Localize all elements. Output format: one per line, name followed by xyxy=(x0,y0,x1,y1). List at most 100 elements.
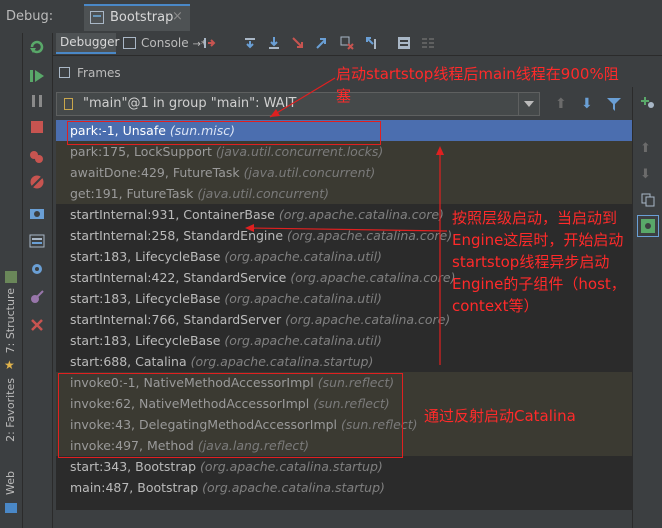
mute-breakpoints-icon[interactable] xyxy=(29,174,45,190)
structure-tab[interactable]: 7: Structure xyxy=(4,288,17,353)
annotation-engine-line: 按照层级启动，当启动到 xyxy=(452,209,618,227)
settings-gear-icon[interactable] xyxy=(29,261,45,277)
run-config-label: Bootstrap xyxy=(110,10,174,25)
frame-method: start:343, Bootstrap xyxy=(70,459,197,474)
frame-label: startInternal:931, ContainerBase (org.ap… xyxy=(70,204,444,225)
trace-icon[interactable] xyxy=(421,36,435,50)
frame-method: awaitDone:429, FutureTask xyxy=(70,165,240,180)
reflect-frames-highlight xyxy=(58,373,403,458)
frame-package: (java.util.concurrent) xyxy=(243,165,376,180)
frame-method: park:175, LockSupport xyxy=(70,144,212,159)
close-tab-icon[interactable]: × xyxy=(172,9,183,24)
frame-package: (org.apache.catalina.core) xyxy=(278,207,444,222)
frame-row[interactable]: main:487, Bootstrap (org.apache.catalina… xyxy=(56,477,632,498)
frame-method: startInternal:931, ContainerBase xyxy=(70,207,275,222)
pause-icon[interactable] xyxy=(29,93,45,109)
tab-debugger[interactable]: Debugger xyxy=(56,33,120,54)
right-tool-column: ⬆ ⬇ xyxy=(632,87,662,528)
annotation-engine-line: startstop线程异步启动 xyxy=(452,253,610,271)
frame-package: (org.apache.catalina.startup) xyxy=(202,480,385,495)
structure-icon xyxy=(5,271,17,283)
console-icon xyxy=(123,37,136,49)
web-icon xyxy=(5,503,17,513)
frame-row[interactable]: start:343, Bootstrap (org.apache.catalin… xyxy=(56,456,632,477)
annotation-reflect: 通过反射启动Catalina xyxy=(424,407,576,425)
frame-row[interactable]: awaitDone:429, FutureTask (java.util.con… xyxy=(56,162,632,183)
frame-package: (java.util.concurrent.locks) xyxy=(215,144,384,159)
frame-row[interactable]: get:191, FutureTask (java.util.concurren… xyxy=(56,183,632,204)
drop-frame-icon[interactable] xyxy=(340,36,354,50)
step-into-icon[interactable] xyxy=(267,36,281,50)
evaluate-expression-icon[interactable] xyxy=(397,36,411,50)
left-tool-strip: 7: Structure ★ 2: Favorites Web xyxy=(0,33,23,528)
frame-method: start:183, LifecycleBase xyxy=(70,291,221,306)
pin-icon[interactable] xyxy=(29,289,45,305)
move-up-icon[interactable]: ⬆ xyxy=(640,141,651,156)
frame-method: start:688, Catalina xyxy=(70,354,187,369)
frame-row[interactable]: start:688, Catalina (org.apache.catalina… xyxy=(56,351,632,372)
tab-debugger-label: Debugger xyxy=(60,35,120,49)
annotation-main-blocked: 启动startstop线程后main线程在900%阻 塞 xyxy=(336,63,619,107)
force-step-into-icon[interactable] xyxy=(291,36,305,50)
stop-icon[interactable] xyxy=(29,119,45,135)
frame-package: (org.apache.catalina.startup) xyxy=(200,459,383,474)
frame-method: start:183, LifecycleBase xyxy=(70,333,221,348)
frame-label: startInternal:766, StandardServer (org.a… xyxy=(70,309,450,330)
frame-label: get:191, FutureTask (java.util.concurren… xyxy=(70,183,329,204)
frame-package: (org.apache.catalina.core) xyxy=(285,312,451,327)
annotation-main-blocked-line1: 启动startstop线程后main线程在900%阻 xyxy=(336,65,619,83)
show-execution-point-icon[interactable] xyxy=(203,36,217,50)
thread-icon xyxy=(64,98,73,110)
frame-package: (org.apache.catalina.core) xyxy=(290,270,456,285)
web-tab[interactable]: Web xyxy=(4,471,17,495)
favorites-tab[interactable]: 2: Favorites xyxy=(4,378,17,442)
step-out-icon[interactable] xyxy=(315,36,329,50)
copy-icon[interactable] xyxy=(641,193,655,207)
view-breakpoints-icon[interactable] xyxy=(29,149,45,165)
frame-label: main:487, Bootstrap (org.apache.catalina… xyxy=(70,477,385,498)
frames-icon xyxy=(59,67,70,78)
tab-console[interactable]: Console →* xyxy=(141,36,206,50)
frame-row[interactable]: start:183, LifecycleBase (org.apache.cat… xyxy=(56,330,632,351)
frame-method: startInternal:422, StandardService xyxy=(70,270,287,285)
watches-toggle-button[interactable] xyxy=(637,215,659,237)
restore-layout-icon[interactable] xyxy=(29,233,45,249)
camera-icon[interactable] xyxy=(29,205,45,221)
rerun-icon[interactable] xyxy=(29,39,45,55)
frame-label: start:688, Catalina (org.apache.catalina… xyxy=(70,351,373,372)
thread-selector-value: "main"@1 in group "main": WAIT xyxy=(83,96,297,111)
frame-label: start:183, LifecycleBase (org.apache.cat… xyxy=(70,288,382,309)
frame-package: (org.apache.catalina.util) xyxy=(224,333,382,348)
debug-title-bar: Debug: Bootstrap × xyxy=(0,0,662,34)
frame-label: start:183, LifecycleBase (org.apache.cat… xyxy=(70,246,382,267)
frame-method: get:191, FutureTask xyxy=(70,186,194,201)
annotation-engine-line: Engine的子组件（host， xyxy=(452,275,626,293)
debugger-controls xyxy=(23,33,53,528)
annotation-main-blocked-line2: 塞 xyxy=(336,87,352,105)
frame-label: startInternal:422, StandardService (org.… xyxy=(70,267,455,288)
run-config-icon xyxy=(90,11,104,24)
debug-label: Debug: xyxy=(6,9,54,24)
annotation-engine-line: context等） xyxy=(452,297,539,315)
move-down-icon[interactable]: ⬇ xyxy=(640,167,651,182)
frame-package: (org.apache.catalina.util) xyxy=(224,291,382,306)
step-over-icon[interactable] xyxy=(243,36,257,50)
annotation-engine-line: Engine这层时，开始启动 xyxy=(452,231,624,249)
close-icon[interactable] xyxy=(29,317,45,333)
frame-method: main:487, Bootstrap xyxy=(70,480,199,495)
new-watch-icon[interactable] xyxy=(641,95,655,109)
selected-frame-highlight xyxy=(67,121,381,145)
frame-method: start:183, LifecycleBase xyxy=(70,249,221,264)
frame-package: (org.apache.catalina.core) xyxy=(287,228,453,243)
frame-label: startInternal:258, StandardEngine (org.a… xyxy=(70,225,452,246)
run-to-cursor-icon[interactable] xyxy=(365,36,379,50)
favorites-star-icon: ★ xyxy=(4,358,15,372)
frame-package: (org.apache.catalina.util) xyxy=(224,249,382,264)
watches-icon xyxy=(641,219,655,233)
resume-icon[interactable] xyxy=(29,68,45,84)
run-config-tab[interactable]: Bootstrap × xyxy=(84,4,190,31)
annotation-engine-start: 按照层级启动，当启动到 Engine这层时，开始启动 startstop线程异步… xyxy=(452,207,626,317)
frame-method: startInternal:258, StandardEngine xyxy=(70,228,284,243)
frame-label: start:183, LifecycleBase (org.apache.cat… xyxy=(70,330,382,351)
frames-title: Frames xyxy=(77,66,121,80)
